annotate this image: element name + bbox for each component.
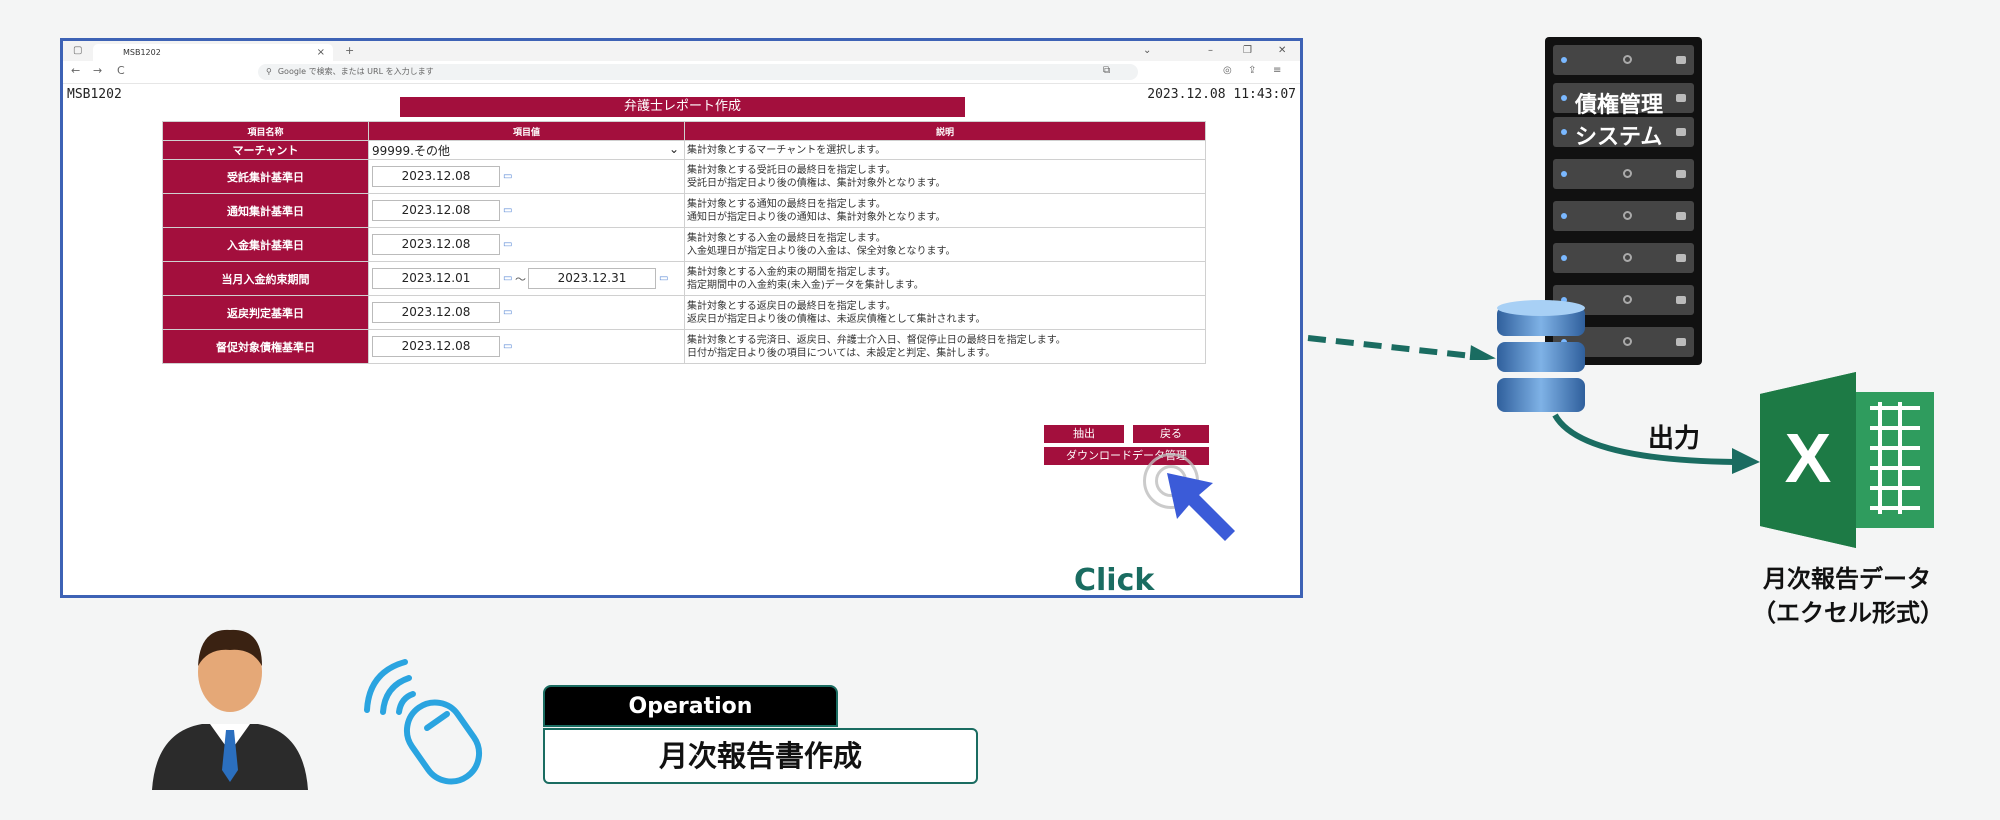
page-content: MSB1202 2023.12.08 11:43:07 弁護士レポート作成 項目… xyxy=(63,83,1300,598)
address-bar: ← → C ⚲ Google で検索、または URL を入力します ⧉ ◎ ⇪ ≡ xyxy=(63,61,1300,84)
row-label: マーチャント xyxy=(162,140,369,160)
date-range-start-input[interactable]: 2023.12.01 xyxy=(372,268,500,289)
column-header: 説明 xyxy=(684,121,1206,141)
row-label: 受託集計基準日 xyxy=(162,159,369,194)
row-description: 集計対象とする受託日の最終日を指定します。 受託日が指定日より後の債権は、集計対… xyxy=(684,159,1206,194)
back-button[interactable]: 戻る xyxy=(1133,425,1209,443)
timestamp: 2023.12.08 11:43:07 xyxy=(1147,87,1296,102)
calendar-icon[interactable]: ▭ xyxy=(503,205,513,216)
excel-label-line1: 月次報告データ xyxy=(1763,565,1931,593)
date-input[interactable]: 2023.12.08 xyxy=(372,302,500,323)
click-annotation: Click xyxy=(1074,563,1155,598)
share-icon[interactable]: ⇪ xyxy=(1248,65,1256,76)
cursor-arrow-icon xyxy=(1167,473,1235,541)
row-label: 当月入金約束期間 xyxy=(162,261,369,296)
reading-icon[interactable]: ◎ xyxy=(1223,65,1232,76)
report-form-table: 項目名称 項目値 説明 マーチャント 99999.その他 ⌄ 集計対象とするマーチ… xyxy=(162,121,1206,364)
server-slot xyxy=(1553,201,1694,231)
dashed-arrow-to-database xyxy=(1307,335,1496,360)
search-icon: ⚲ xyxy=(266,67,272,76)
extract-button[interactable]: 抽出 xyxy=(1044,425,1124,443)
date-range-end-input[interactable]: 2023.12.31 xyxy=(528,268,656,289)
new-tab-button[interactable]: + xyxy=(345,44,354,57)
row-label: 返戻判定基準日 xyxy=(162,295,369,330)
url-input[interactable]: ⚲ Google で検索、または URL を入力します xyxy=(258,64,1138,80)
server-slot xyxy=(1553,45,1694,75)
svg-text:X: X xyxy=(1785,419,1832,497)
calendar-icon[interactable]: ▭ xyxy=(503,273,513,284)
server-label-line2: システム xyxy=(1575,125,1663,150)
calendar-icon[interactable]: ▭ xyxy=(503,341,513,352)
date-input[interactable]: 2023.12.08 xyxy=(372,200,500,221)
date-input[interactable]: 2023.12.08 xyxy=(372,234,500,255)
tab-list-icon[interactable]: ▢ xyxy=(73,45,82,56)
server-slot xyxy=(1553,159,1694,189)
row-label: 督促対象債権基準日 xyxy=(162,329,369,364)
server-slot xyxy=(1553,243,1694,273)
reload-icon[interactable]: C xyxy=(117,64,125,77)
excel-label-line2: （エクセル形式） xyxy=(1752,599,1944,627)
back-icon[interactable]: ← xyxy=(71,64,80,77)
table-row: 当月入金約束期間 2023.12.01 ▭ 〜 2023.12.31 ▭ 集計対象とする… xyxy=(162,261,1206,296)
row-description: 集計対象とする完済日、返戻日、弁護士介入日、督促停止日の最終日を指定します。 日… xyxy=(684,329,1206,364)
date-input[interactable]: 2023.12.08 xyxy=(372,166,500,187)
row-description: 集計対象とする通知の最終日を指定します。 通知日が指定日より後の通知は、集計対象… xyxy=(684,193,1206,228)
restore-icon[interactable]: ❐ xyxy=(1243,45,1252,56)
table-row: 入金集計基準日 2023.12.08 ▭ 集計対象とする入金の最終日を指定します。… xyxy=(162,227,1206,262)
row-description: 集計対象とする返戻日の最終日を指定します。 返戻日が指定日より後の債権は、未返戻… xyxy=(684,295,1206,330)
table-row: マーチャント 99999.その他 ⌄ 集計対象とするマーチャントを選択します。 xyxy=(162,140,1206,160)
merchant-select[interactable]: 99999.その他 ⌄ xyxy=(368,140,685,160)
minimize-icon[interactable]: – xyxy=(1208,45,1213,56)
excel-icon: X xyxy=(1760,372,1934,548)
date-input[interactable]: 2023.12.08 xyxy=(372,336,500,357)
database-icon xyxy=(1497,300,1585,412)
chevron-down-icon: ⌄ xyxy=(668,141,679,156)
column-header: 項目名称 xyxy=(162,121,369,141)
calendar-icon[interactable]: ▭ xyxy=(503,307,513,318)
calendar-icon[interactable]: ▭ xyxy=(503,171,513,182)
row-label: 入金集計基準日 xyxy=(162,227,369,262)
tab-title: MSB1202 xyxy=(123,48,161,57)
output-label: 出力 xyxy=(1648,424,1701,454)
browser-tab[interactable]: MSB1202 × xyxy=(93,44,333,61)
operation-tab: Operation xyxy=(543,685,838,727)
menu-icon[interactable]: ≡ xyxy=(1273,65,1281,76)
row-label: 通知集計基準日 xyxy=(162,193,369,228)
table-header-row: 項目名称 項目値 説明 xyxy=(162,121,1206,141)
browser-window: ▢ MSB1202 × + ⌄ – ❐ ✕ ← → C ⚲ Google で検索、… xyxy=(60,38,1303,598)
row-description: 集計対象とするマーチャントを選択します。 xyxy=(684,140,1206,160)
forward-icon[interactable]: → xyxy=(93,64,102,77)
table-row: 督促対象債権基準日 2023.12.08 ▭ 集計対象とする完済日、返戻日、弁護士… xyxy=(162,329,1206,364)
merchant-selected-value: 99999.その他 xyxy=(372,143,450,158)
table-row: 受託集計基準日 2023.12.08 ▭ 集計対象とする受託日の最終日を指定します… xyxy=(162,159,1206,194)
tab-bar: ▢ MSB1202 × + ⌄ – ❐ ✕ xyxy=(63,41,1300,62)
operation-name: 月次報告書作成 xyxy=(543,728,978,784)
mouse-click-icon xyxy=(364,659,483,785)
row-description: 集計対象とする入金の最終日を指定します。 入金処理日が指定日より後の入金は、保全… xyxy=(684,227,1206,262)
table-row: 通知集計基準日 2023.12.08 ▭ 集計対象とする通知の最終日を指定します。… xyxy=(162,193,1206,228)
calendar-icon[interactable]: ▭ xyxy=(503,239,513,250)
calendar-icon[interactable]: ▭ xyxy=(659,273,669,284)
system-id: MSB1202 xyxy=(67,87,122,102)
excel-label: 月次報告データ （エクセル形式） xyxy=(1752,562,1944,630)
cast-icon[interactable]: ⧉ xyxy=(1103,65,1110,76)
range-separator: 〜 xyxy=(515,272,526,286)
url-placeholder: Google で検索、または URL を入力します xyxy=(277,67,434,76)
close-window-icon[interactable]: ✕ xyxy=(1278,45,1286,56)
tab-close-icon[interactable]: × xyxy=(317,44,325,61)
chevron-down-icon[interactable]: ⌄ xyxy=(1143,45,1151,56)
server-label-line1: 債権管理 xyxy=(1575,93,1664,118)
user-avatar-icon xyxy=(152,629,308,790)
row-description: 集計対象とする入金約束の期間を指定します。 指定期間中の入金約束(未入金)データ… xyxy=(684,261,1206,296)
column-header: 項目値 xyxy=(368,121,685,141)
table-row: 返戻判定基準日 2023.12.08 ▭ 集計対象とする返戻日の最終日を指定します… xyxy=(162,295,1206,330)
form-title: 弁護士レポート作成 xyxy=(400,97,965,117)
